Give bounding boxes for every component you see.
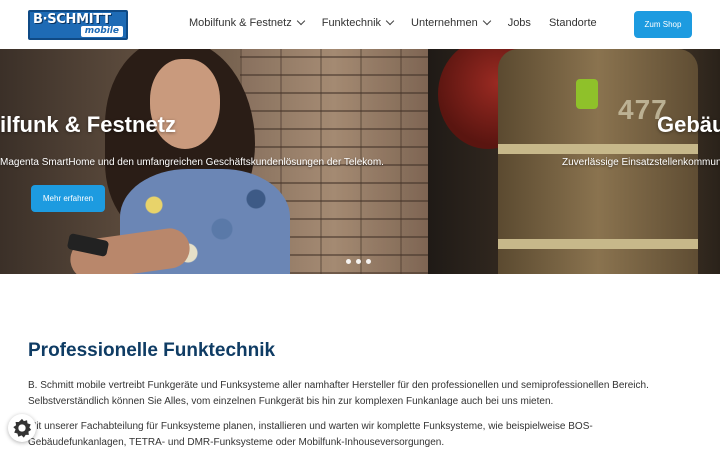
hero-subtitle: Magenta SmartHome und den umfangreichen … xyxy=(0,157,384,168)
hero-slide-gebaeudefunk: 477 Gebäu Zuverlässige Einsatzstellenkom… xyxy=(428,49,720,274)
cookie-settings-button[interactable] xyxy=(8,414,36,442)
more-info-button[interactable]: Mehr erfahren xyxy=(31,185,105,212)
hero-subtitle: Zuverlässige Einsatzstellenkommun xyxy=(562,157,720,168)
nav-label: Mobilfunk & Festnetz xyxy=(189,17,292,29)
reflective-stripe xyxy=(498,239,698,249)
slider-dot[interactable] xyxy=(346,259,351,264)
hero-slider[interactable]: ilfunk & Festnetz Magenta SmartHome und … xyxy=(0,49,720,274)
chevron-down-icon xyxy=(385,16,395,26)
nav-item-funktechnik[interactable]: Funktechnik xyxy=(321,16,395,29)
nav-label: Unternehmen xyxy=(411,17,478,29)
logo-text: B·SCHMITT xyxy=(33,12,111,27)
intro-paragraph: B. Schmitt mobile vertreibt Funkgeräte u… xyxy=(28,380,649,407)
shop-button[interactable]: Zum Shop xyxy=(634,11,692,38)
brand-logo[interactable]: B·SCHMITT mobile xyxy=(28,10,128,40)
main-nav: Mobilfunk & Festnetz Funktechnik Unterne… xyxy=(189,16,615,29)
slider-dots xyxy=(346,259,371,264)
hero-title: ilfunk & Festnetz xyxy=(0,112,177,137)
radio-device-image xyxy=(576,79,598,109)
hero-slide-mobilfunk: ilfunk & Festnetz Magenta SmartHome und … xyxy=(0,49,428,274)
nav-item-mobilfunk[interactable]: Mobilfunk & Festnetz xyxy=(189,16,305,29)
slider-dot[interactable] xyxy=(356,259,361,264)
hero-title: Gebäu xyxy=(657,112,720,137)
chevron-down-icon xyxy=(482,16,491,26)
cookie-settings-icon xyxy=(13,418,32,438)
chevron-down-icon xyxy=(296,16,305,26)
nav-label: Standorte xyxy=(548,17,597,29)
logo-subtext: mobile xyxy=(80,26,123,37)
intro-paragraph: Mit unserer Fachabteilung für Funksystem… xyxy=(28,421,593,448)
nav-label: Funktechnik xyxy=(321,17,382,29)
nav-item-jobs[interactable]: Jobs xyxy=(508,17,531,29)
nav-item-standorte[interactable]: Standorte xyxy=(549,17,597,29)
site-header: B·SCHMITT mobile Mobilfunk & Festnetz Fu… xyxy=(0,0,720,49)
section-title: Professionelle Funktechnik xyxy=(28,340,276,361)
nav-item-unternehmen[interactable]: Unternehmen xyxy=(411,16,491,29)
nav-label: Jobs xyxy=(507,17,531,29)
slider-dot[interactable] xyxy=(366,259,371,264)
reflective-stripe xyxy=(498,144,698,154)
